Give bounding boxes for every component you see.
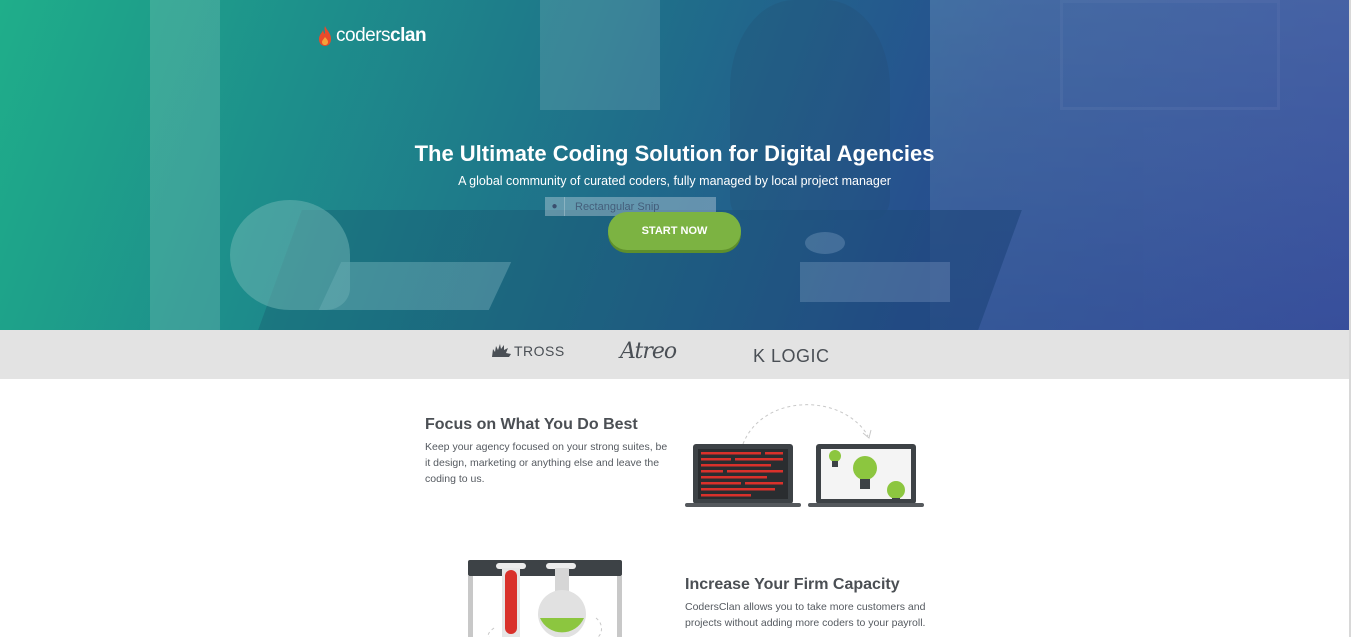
hero-section: codersclan The Ultimate Coding Solution … xyxy=(0,0,1349,330)
coders-clan-logo[interactable]: codersclan xyxy=(317,25,427,47)
lab-flask-tubes-illustration xyxy=(468,560,622,637)
client-logo-klogic: K LOGIC xyxy=(753,346,830,366)
hero-subtitle: A global community of curated coders, fu… xyxy=(458,174,891,188)
logo-text: codersclan xyxy=(336,25,427,46)
start-now-button[interactable]: START NOW xyxy=(608,212,741,250)
hero-title: The Ultimate Coding Solution for Digital… xyxy=(414,141,935,166)
feature-title: Focus on What You Do Best xyxy=(425,416,638,433)
client-logo-tross: TROSS xyxy=(490,343,565,359)
feature-description: Keep your agency focused on your strong … xyxy=(425,441,668,485)
client-name: TROSS xyxy=(514,343,565,359)
snip-label: Rectangular Snip xyxy=(575,200,660,213)
laptops-code-to-ideas-illustration xyxy=(685,404,924,507)
snip-icon: ● xyxy=(545,197,565,216)
flame-icon xyxy=(319,26,331,46)
feature-description: CodersClan allows you to take more custo… xyxy=(685,601,926,629)
feature-title: Increase Your Firm Capacity xyxy=(685,576,900,593)
hedgehog-icon xyxy=(492,344,511,357)
client-logo-atreo: Atreo xyxy=(620,339,677,364)
